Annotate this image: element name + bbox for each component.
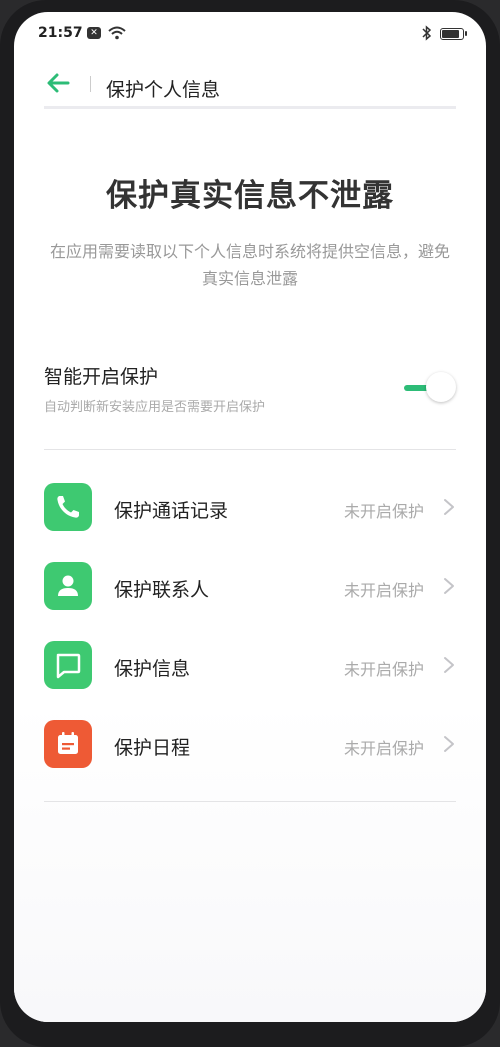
contact-icon [44, 562, 92, 610]
page-title: 保护个人信息 [106, 79, 221, 101]
chevron-right-icon [444, 578, 454, 594]
item-label: 保护日程 [114, 737, 191, 759]
hero-description: 在应用需要读取以下个人信息时系统将提供空信息，避免真实信息泄露 [50, 242, 451, 288]
screen: 21:57 ✕ 保护个人信息 保护真实信息不泄露 在应用需要读取以下个人信息时系… [14, 12, 486, 1022]
arrow-left-icon [47, 73, 70, 93]
phone-frame: 21:57 ✕ 保护个人信息 保护真实信息不泄露 在应用需要读取以下个人信息时系… [0, 0, 500, 1047]
phone-icon [44, 483, 92, 531]
item-status: 未开启保护 [343, 739, 424, 758]
item-label: 保护通话记录 [114, 500, 229, 522]
item-status: 未开启保护 [343, 581, 424, 600]
item-label: 保护联系人 [114, 579, 210, 601]
bluetooth-icon [422, 25, 432, 45]
status-bar: 21:57 ✕ [14, 12, 486, 56]
item-status: 未开启保护 [343, 660, 424, 679]
smart-protect-toggle[interactable] [404, 372, 456, 406]
list-item-call-log[interactable]: 保护通话记录 未开启保护 [44, 467, 456, 546]
notification-icon: ✕ [87, 27, 101, 39]
smart-protect-label: 智能开启保护 [44, 366, 159, 388]
message-icon [44, 641, 92, 689]
hero-title: 保护真实信息不泄露 [106, 178, 394, 214]
item-label: 保护信息 [114, 658, 191, 680]
back-button[interactable] [42, 66, 76, 100]
wifi-icon [108, 25, 126, 44]
divider-bottom [44, 801, 456, 802]
item-status: 未开启保护 [343, 502, 424, 521]
nav-underline [44, 106, 456, 109]
smart-protect-row: 智能开启保护 自动判断新安装应用是否需要开启保护 [44, 362, 456, 422]
protection-list: 保护通话记录 未开启保护 保护联系人 未开启保护 保护信息 未开启保护 保护日程… [44, 467, 456, 783]
smart-protect-sublabel: 自动判断新安装应用是否需要开启保护 [44, 400, 266, 415]
chevron-right-icon [444, 657, 454, 673]
list-item-messages[interactable]: 保护信息 未开启保护 [44, 625, 456, 704]
chevron-right-icon [444, 736, 454, 752]
list-item-calendar[interactable]: 保护日程 未开启保护 [44, 704, 456, 783]
calendar-icon [44, 720, 92, 768]
battery-icon [440, 28, 467, 40]
status-time: 21:57 [38, 25, 83, 41]
toggle-knob [426, 372, 456, 402]
list-item-contacts[interactable]: 保护联系人 未开启保护 [44, 546, 456, 625]
divider-top [44, 449, 456, 450]
chevron-right-icon [444, 499, 454, 515]
nav-separator [90, 76, 91, 92]
